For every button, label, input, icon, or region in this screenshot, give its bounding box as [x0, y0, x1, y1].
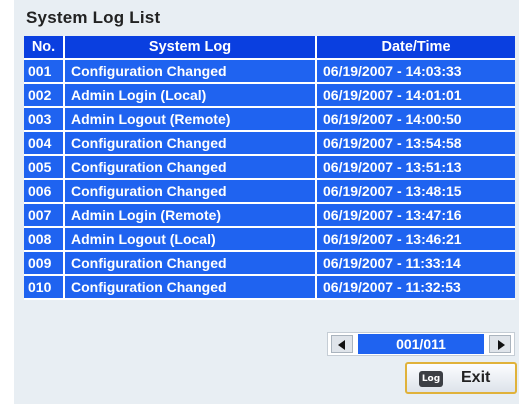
cell-system-log: Admin Logout (Local) [65, 228, 317, 252]
table-row[interactable]: 004 Configuration Changed 06/19/2007 - 1… [24, 132, 515, 156]
cell-date-time: 06/19/2007 - 14:01:01 [317, 84, 515, 108]
table-row[interactable]: 005 Configuration Changed 06/19/2007 - 1… [24, 156, 515, 180]
system-log-table: No. System Log Date/Time 001 Configurati… [24, 36, 515, 300]
cell-system-log: Admin Logout (Remote) [65, 108, 317, 132]
cell-no: 001 [24, 60, 65, 84]
column-header-no: No. [24, 36, 65, 60]
cell-date-time: 06/19/2007 - 14:03:33 [317, 60, 515, 84]
cell-no: 004 [24, 132, 65, 156]
cell-no: 009 [24, 252, 65, 276]
page-title: System Log List [26, 8, 161, 27]
cell-date-time: 06/19/2007 - 13:48:15 [317, 180, 515, 204]
cell-no: 008 [24, 228, 65, 252]
cell-system-log: Configuration Changed [65, 132, 317, 156]
cell-date-time: 06/19/2007 - 11:32:53 [317, 276, 515, 300]
cell-date-time: 06/19/2007 - 13:47:16 [317, 204, 515, 228]
page-selector: 001/011 [327, 332, 515, 356]
cell-system-log: Configuration Changed [65, 180, 317, 204]
cell-date-time: 06/19/2007 - 13:46:21 [317, 228, 515, 252]
cell-date-time: 06/19/2007 - 11:33:14 [317, 252, 515, 276]
table-header-row: No. System Log Date/Time [24, 36, 515, 60]
cell-system-log: Configuration Changed [65, 156, 317, 180]
table-row[interactable]: 006 Configuration Changed 06/19/2007 - 1… [24, 180, 515, 204]
table-row[interactable]: 007 Admin Login (Remote) 06/19/2007 - 13… [24, 204, 515, 228]
cell-system-log: Admin Login (Remote) [65, 204, 317, 228]
column-header-system-log: System Log [65, 36, 317, 60]
cell-system-log: Configuration Changed [65, 276, 317, 300]
table-row[interactable]: 002 Admin Login (Local) 06/19/2007 - 14:… [24, 84, 515, 108]
cell-no: 003 [24, 108, 65, 132]
exit-button-label: Exit [461, 369, 491, 386]
log-key-icon: Log [419, 371, 443, 387]
next-page-button[interactable] [489, 335, 511, 353]
table-row[interactable]: 010 Configuration Changed 06/19/2007 - 1… [24, 276, 515, 300]
cell-no: 002 [24, 84, 65, 108]
table-row[interactable]: 009 Configuration Changed 06/19/2007 - 1… [24, 252, 515, 276]
cell-no: 007 [24, 204, 65, 228]
cell-system-log: Admin Login (Local) [65, 84, 317, 108]
cell-no: 005 [24, 156, 65, 180]
cell-no: 006 [24, 180, 65, 204]
page-number-field[interactable]: 001/011 [358, 334, 484, 354]
table-row[interactable]: 001 Configuration Changed 06/19/2007 - 1… [24, 60, 515, 84]
triangle-right-icon [498, 340, 505, 350]
triangle-left-icon [338, 340, 345, 350]
cell-date-time: 06/19/2007 - 13:51:13 [317, 156, 515, 180]
table-row[interactable]: 003 Admin Logout (Remote) 06/19/2007 - 1… [24, 108, 515, 132]
cell-no: 010 [24, 276, 65, 300]
exit-button[interactable]: Log Exit [405, 362, 517, 394]
cell-system-log: Configuration Changed [65, 60, 317, 84]
cell-system-log: Configuration Changed [65, 252, 317, 276]
previous-page-button[interactable] [331, 335, 353, 353]
column-header-date-time: Date/Time [317, 36, 515, 60]
cell-date-time: 06/19/2007 - 13:54:58 [317, 132, 515, 156]
table-row[interactable]: 008 Admin Logout (Local) 06/19/2007 - 13… [24, 228, 515, 252]
system-log-panel: System Log List No. System Log Date/Time… [14, 0, 519, 404]
cell-date-time: 06/19/2007 - 14:00:50 [317, 108, 515, 132]
